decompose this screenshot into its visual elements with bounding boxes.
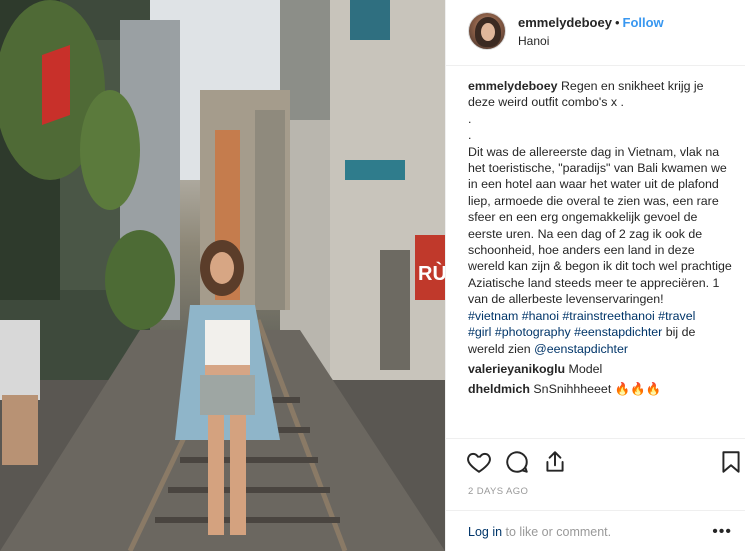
- fire-emoji: 🔥🔥🔥: [614, 382, 662, 397]
- avatar-face: [481, 23, 495, 41]
- hashtag-link[interactable]: #photography: [495, 325, 571, 339]
- login-footer: Log in to like or comment. •••: [446, 510, 745, 551]
- comment-icon[interactable]: [504, 449, 530, 475]
- post-date[interactable]: 2 DAYS AGO: [468, 486, 528, 497]
- comment-text: Model: [565, 361, 603, 376]
- hashtag-link[interactable]: #hanoi: [522, 309, 559, 323]
- share-icon[interactable]: [542, 449, 568, 475]
- mention-link[interactable]: @eenstapdichter: [534, 342, 628, 356]
- hashtag-link[interactable]: #travel: [658, 309, 695, 323]
- avatar[interactable]: [468, 12, 506, 50]
- post-header: emmelydeboey • Follow Hanoi: [446, 0, 745, 66]
- follow-button[interactable]: Follow: [623, 15, 664, 30]
- hashtag-link[interactable]: #girl: [468, 325, 491, 339]
- header-username[interactable]: emmelydeboey: [518, 15, 612, 30]
- comment-username[interactable]: valerieyanikoglu: [468, 362, 565, 376]
- login-link[interactable]: Log in: [468, 525, 502, 539]
- shop-sign-text: RỪ: [418, 261, 445, 285]
- comment-item: valerieyanikoglu Model: [468, 361, 733, 377]
- header-separator: •: [614, 15, 620, 30]
- location-link[interactable]: Hanoi: [518, 34, 549, 48]
- photo-scene: RỪ: [0, 0, 445, 551]
- caption-text: Regen en snikheet krijg je deze weird ou…: [468, 79, 732, 307]
- comment-text: SnSnihhheeet: [529, 382, 615, 397]
- comment-item: dheldmich SnSnihhheeet 🔥🔥🔥: [468, 381, 733, 397]
- action-bar: [446, 438, 745, 482]
- post-photo[interactable]: RỪ: [0, 0, 445, 551]
- comment-username[interactable]: dheldmich: [468, 382, 530, 396]
- more-options-button[interactable]: •••: [712, 523, 732, 541]
- post-sidebar: emmelydeboey • Follow Hanoi emmelydeboey R…: [445, 0, 745, 551]
- header-username-row: emmelydeboey • Follow: [518, 15, 664, 30]
- caption: emmelydeboey Regen en snikheet krijg je …: [468, 78, 733, 357]
- hashtag-link[interactable]: #vietnam: [468, 309, 518, 323]
- login-prompt: Log in to like or comment.: [468, 525, 611, 539]
- caption-username[interactable]: emmelydeboey: [468, 79, 558, 93]
- hashtag-link[interactable]: #eenstapdichter: [574, 325, 662, 339]
- heart-icon[interactable]: [466, 449, 492, 475]
- hashtag-link[interactable]: #trainstreethanoi: [562, 309, 654, 323]
- comments-list: emmelydeboey Regen en snikheet krijg je …: [468, 78, 733, 398]
- bookmark-icon[interactable]: [718, 449, 744, 475]
- login-prompt-text: to like or comment.: [502, 525, 612, 539]
